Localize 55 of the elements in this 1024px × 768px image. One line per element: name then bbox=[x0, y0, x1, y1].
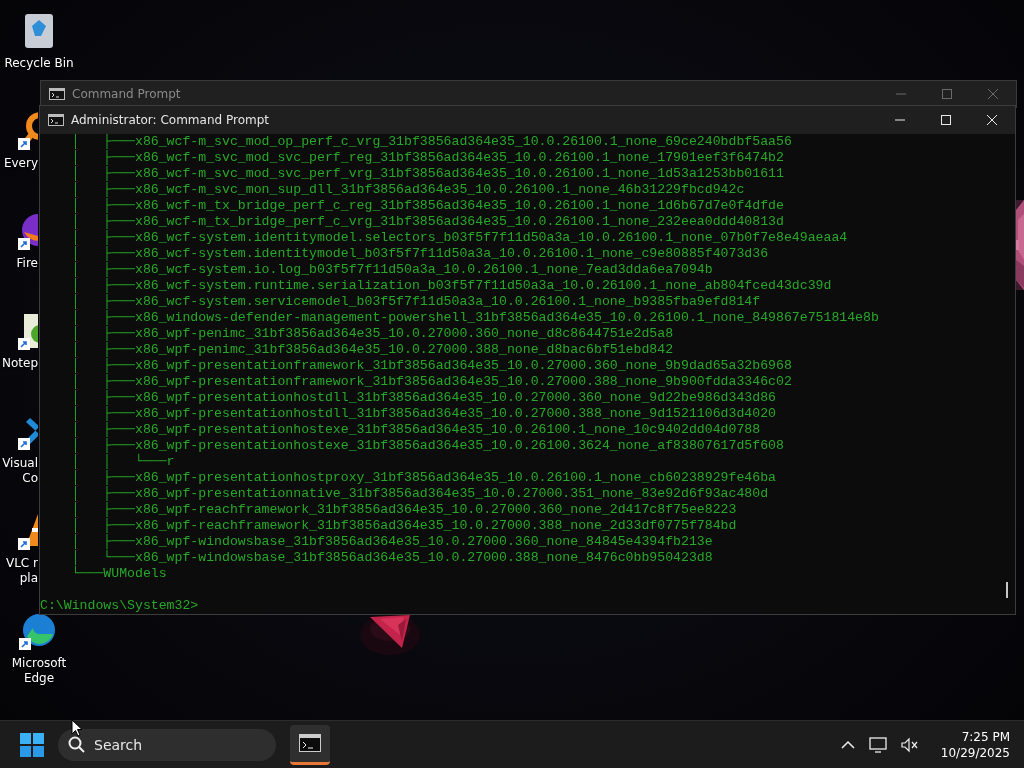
desktop-icon-label[interactable]: Co bbox=[22, 471, 38, 486]
terminal-line: │ ├───x86_wpf-presentationhostexe_31bf3856ad364e35_10.0.26100.3624_none_af83807617d5f608 bbox=[70, 438, 785, 454]
terminal-line: │ ├───x86_windows-defender-management-powershell_31bf3856ad364e35_10.0.26100.1_none_849867e751814e8b bbox=[70, 310, 880, 326]
terminal-line: │ ├───x86_wcf-system.runtime.serialization_b03f5f7f11d50a3a_10.0.26100.1_none_ab804fced43dc39d bbox=[70, 278, 833, 294]
terminal-line: │ ├───x86_wpf-presentationnative_31bf3856ad364e35_10.0.27000.351_none_83e92d6f93ac480d bbox=[70, 486, 770, 502]
terminal-line: │ ├───x86_wpf-reachframework_31bf3856ad364e35_10.0.27000.360_none_2d417c8f75ee8223 bbox=[70, 502, 738, 518]
terminal-line: │ ├───x86_wpf-penimc_31bf3856ad364e35_10.0.27000.360_none_d8c8644751e2d5a8 bbox=[70, 326, 675, 342]
terminal-line: │ ├───x86_wcf-m_svc_mon_sup_dll_31bf3856ad364e35_10.0.26100.1_none_46b31229fbcd942c bbox=[70, 182, 746, 198]
terminal-line: │ ├───x86_wpf-presentationframework_31bf3856ad364e35_10.0.27000.388_none_9b900fdda3346c02 bbox=[70, 374, 793, 390]
terminal-line: │ ├───x86_wpf-penimc_31bf3856ad364e35_10.0.27000.388_none_d8bac6bf51ebd842 bbox=[70, 342, 675, 358]
terminal-icon bbox=[299, 734, 321, 752]
taskbar-app-button[interactable] bbox=[290, 724, 330, 765]
scrollbar-thumb[interactable] bbox=[1006, 582, 1008, 598]
terminal-line: │ ├───x86_wcf-m_svc_mod_op_perf_c_vrg_31bf3856ad364e35_10.0.26100.1_none_69ce240bdbf5aa56 bbox=[70, 134, 793, 150]
terminal-line: │ └───x86_wpf-windowsbase_31bf3856ad364e35_10.0.27000.388_none_8476c0bb950423d8 bbox=[70, 550, 714, 566]
terminal-line: └───WUModels bbox=[70, 566, 168, 582]
terminal-line: │ ├───x86_wcf-system.servicemodel_b03f5f7f11d50a3a_10.0.26100.1_none_b9385fba9efd814f bbox=[70, 294, 762, 310]
terminal-line: │ ├───x86_wcf-system.identitymodel.selectors_b03f5f7f11d50a3a_10.0.26100.1_none_07b0f7e8e49aeaa4 bbox=[70, 230, 849, 246]
command-prompt[interactable]: C:\Windows\System32> bbox=[40, 598, 1001, 614]
command-prompt-icon bbox=[49, 88, 65, 100]
terminal-line: │ ├───x86_wcf-m_tx_bridge_perf_c_vrg_31bf3856ad364e35_10.0.26100.1_none_232eea0ddd40813d bbox=[70, 214, 785, 230]
start-button[interactable] bbox=[20, 732, 44, 757]
terminal-line: │ ├───x86_wpf-presentationhostproxy_31bf3856ad364e35_10.0.26100.1_none_cb60238929fe46ba bbox=[70, 470, 777, 486]
terminal-line: │ ├───x86_wpf-reachframework_31bf3856ad364e35_10.0.27000.388_none_2d33df0775f784bd bbox=[70, 518, 738, 534]
speaker-muted-icon[interactable] bbox=[900, 736, 919, 753]
clock-time[interactable]: 7:25 PM bbox=[961, 728, 1010, 745]
search-icon bbox=[68, 735, 86, 754]
terminal-line: │ ├───x86_wcf-m_svc_mod_svc_perf_vrg_31bf3856ad364e35_10.0.26100.1_none_1d53a1253bb01611 bbox=[70, 166, 785, 182]
terminal-line: │ ├───x86_wpf-presentationhostexe_31bf3856ad364e35_10.0.26100.1_none_10c9402dd04d0788 bbox=[70, 422, 762, 438]
terminal-line: │ ├───x86_wcf-m_svc_mod_svc_perf_reg_31bf3856ad364e35_10.0.26100.1_none_17901eef3f6474b2 bbox=[70, 150, 785, 166]
terminal-line: │ ├───x86_wpf-presentationhostdll_31bf3856ad364e35_10.0.27000.388_none_9d1521106d3d4020 bbox=[70, 406, 777, 422]
window-title: Administrator: Command Prompt bbox=[71, 113, 270, 127]
terminal-line: │ ├───x86_wcf-m_tx_bridge_perf_c_reg_31bf3856ad364e35_10.0.26100.1_none_1d6b67d7e0f4dfde bbox=[70, 198, 785, 214]
desktop-icon-label[interactable]: Fire bbox=[16, 256, 38, 271]
terminal-line: │ ├───x86_wpf-presentationhostdll_31bf3856ad364e35_10.0.27000.360_none_9d22be986d343d86 bbox=[70, 390, 777, 406]
command-prompt-icon bbox=[48, 114, 64, 126]
mouse-pointer-icon bbox=[71, 719, 83, 737]
terminal-line: │ │ └───r bbox=[70, 454, 175, 470]
terminal-line: │ ├───x86_wcf-system.io.log_b03f5f7f11d50a3a_10.0.26100.1_none_7ead3dda6ea7094b bbox=[70, 262, 714, 278]
desktop-icon-label[interactable]: VLC r bbox=[5, 556, 38, 571]
desktop-icon-label[interactable]: Visual bbox=[2, 456, 38, 471]
search-field[interactable]: Search bbox=[58, 728, 276, 761]
terminal-line: │ ├───x86_wpf-windowsbase_31bf3856ad364e35_10.0.27000.360_none_84845e4394fb213e bbox=[70, 534, 714, 550]
desktop-icon-label[interactable]: Notep bbox=[1, 356, 38, 371]
desktop-icon-label[interactable]: Edge bbox=[23, 671, 55, 686]
monitor-icon[interactable] bbox=[868, 736, 887, 753]
clock-date[interactable]: 10/29/2025 bbox=[940, 744, 1010, 761]
desktop-icon-label[interactable]: Recycle Bin bbox=[4, 56, 74, 71]
terminal-line: │ ├───x86_wpf-presentationframework_31bf3856ad364e35_10.0.27000.360_none_9b9dad65a32b6968 bbox=[70, 358, 793, 374]
desktop-icon-label[interactable]: Microsoft bbox=[11, 656, 67, 671]
window-title: Command Prompt bbox=[72, 87, 182, 101]
desktop-icon-label[interactable]: Every bbox=[3, 156, 38, 171]
terminal-line: │ ├───x86_wcf-system.identitymodel_b03f5f7f11d50a3a_10.0.26100.1_none_c9e80885f4073d36 bbox=[70, 246, 770, 262]
desktop-icon-label[interactable]: pla bbox=[19, 571, 38, 586]
chevron-up-icon[interactable] bbox=[840, 739, 855, 750]
